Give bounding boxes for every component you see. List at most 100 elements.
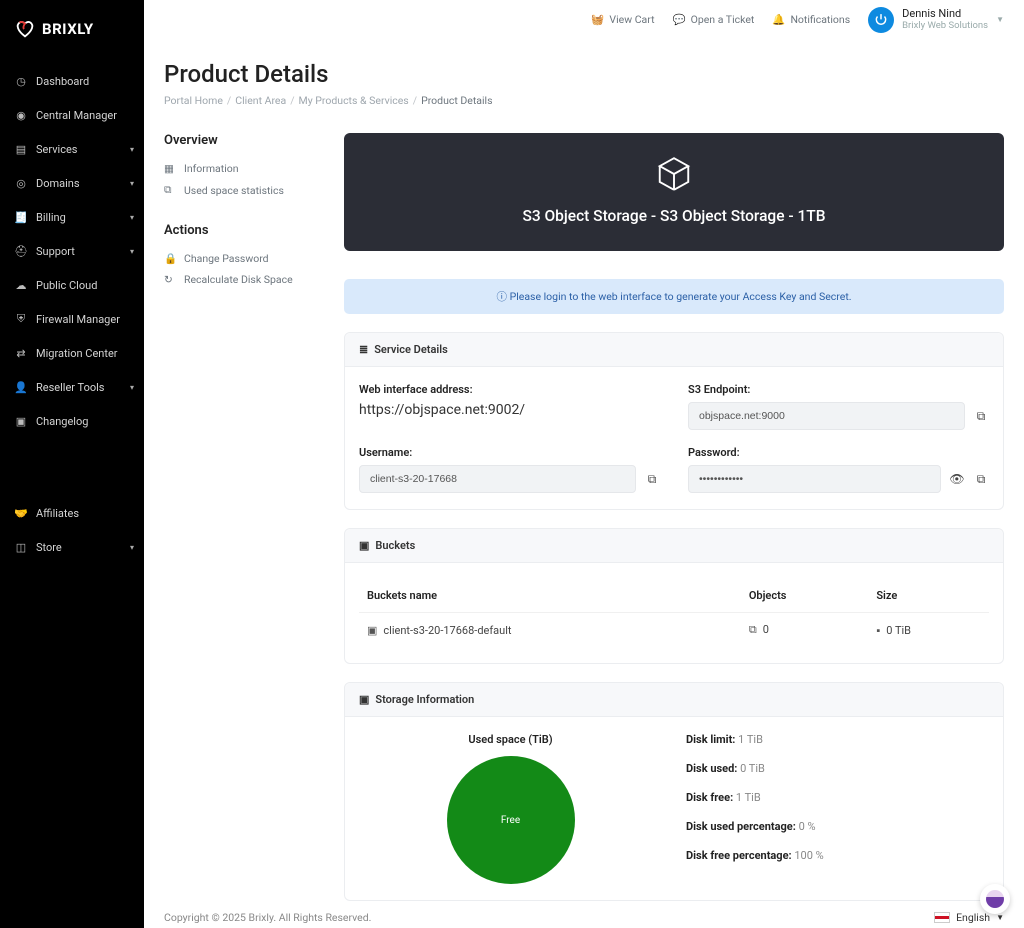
sidebar-item-label: Store [36, 541, 62, 554]
reveal-password-icon[interactable]: 👁 [949, 471, 965, 487]
cart-icon: 🧺 [591, 13, 604, 26]
info-alert: ⓘ Please login to the web interface to g… [344, 279, 1004, 314]
user-company: Brixly Web Solutions [902, 20, 988, 31]
page-title: Product Details [164, 60, 1004, 88]
notifications-link[interactable]: 🔔 Notifications [772, 13, 850, 26]
open-ticket-link[interactable]: 💬 Open a Ticket [673, 13, 755, 26]
service-details-card: ≣Service Details Web interface address: … [344, 332, 1004, 510]
breadcrumb-current: Product Details [421, 94, 492, 107]
sidebar-item-label: Migration Center [36, 347, 118, 360]
col-name: Buckets name [359, 579, 741, 613]
product-title: S3 Object Storage - S3 Object Storage - … [354, 207, 994, 225]
chart-title: Used space (TiB) [359, 733, 662, 746]
cloud-icon: ☁ [14, 278, 28, 292]
sidebar: BRIXLY ◷ Dashboard ◉ Central Manager ▤ Servic… [0, 0, 144, 928]
password-label: Password: [688, 446, 989, 459]
info-icon: ▣ [359, 693, 369, 706]
sidebar-item-label: Reseller Tools [36, 381, 104, 394]
actions-heading: Actions [164, 223, 322, 238]
breadcrumb-link[interactable]: Portal Home [164, 94, 223, 107]
lifebuoy-icon: ⛑ [14, 244, 28, 258]
cube-icon [655, 155, 693, 193]
storage-card: ▣Storage Information Used space (TiB) Fr… [344, 682, 1004, 901]
user-menu[interactable]: Dennis Nind Brixly Web Solutions ▼ [868, 7, 1004, 33]
brand-name: BRIXLY [42, 20, 94, 38]
username-label: Username: [359, 446, 660, 459]
disk-used: 0 TiB [740, 762, 765, 775]
sidebar-item-reseller-tools[interactable]: 👤 Reseller Tools ▾ [0, 370, 144, 404]
cube-icon: ◫ [14, 540, 28, 554]
action-link-1[interactable]: ↻Recalculate Disk Space [164, 269, 322, 290]
chevron-down-icon: ▾ [130, 383, 134, 392]
sidebar-item-public-cloud[interactable]: ☁Public Cloud [0, 268, 144, 302]
disk-icon: ▪ [876, 624, 880, 637]
breadcrumb-link[interactable]: Client Area [235, 94, 286, 107]
copy-endpoint-icon[interactable]: ⧉ [973, 408, 989, 424]
web-address-value[interactable]: https://objspace.net:9002/ [359, 402, 660, 418]
sidebar-item-services[interactable]: ▤Services▾ [0, 132, 144, 166]
web-address-label: Web interface address: [359, 383, 660, 396]
user-name: Dennis Nind [902, 7, 988, 20]
s3-endpoint-input[interactable] [688, 402, 965, 430]
sidebar-item-support[interactable]: ⛑ Support ▾ [0, 234, 144, 268]
col-size: Size [868, 579, 989, 613]
usage-pie-chart: Free [447, 756, 575, 884]
sidebar-item-billing[interactable]: 🧾Billing▾ [0, 200, 144, 234]
sidebar-item-domains[interactable]: ◎Domains▾ [0, 166, 144, 200]
sidebar-item-central-manager[interactable]: ◉ Central Manager [0, 98, 144, 132]
disk-free: 1 TiB [736, 791, 761, 804]
heart-logo-icon [14, 18, 36, 40]
table-row[interactable]: ▣client-s3-20-17668-default⧉0▪0 TiB [359, 613, 989, 648]
receipt-icon: 🧾 [14, 210, 28, 224]
scroll-top-button[interactable] [980, 884, 1010, 914]
sidebar-item-affiliates[interactable]: 🤝 Affiliates [0, 496, 144, 530]
breadcrumb-link[interactable]: My Products & Services [299, 94, 409, 107]
sidebar-item-label: Central Manager [36, 109, 117, 122]
user-icon: 👤 [14, 380, 28, 394]
buckets-card: ▣Buckets Buckets name Objects Size ▣clie… [344, 528, 1004, 664]
power-icon [874, 13, 888, 27]
sidebar-item-label: Dashboard [36, 75, 89, 88]
stack-icon: ▤ [14, 142, 28, 156]
buckets-table: Buckets name Objects Size ▣client-s3-20-… [359, 579, 989, 647]
chevron-down-icon: ▼ [996, 913, 1004, 922]
bell-icon: 🔔 [772, 13, 785, 26]
overview-link-0[interactable]: ▦Information [164, 158, 322, 179]
gauge-icon: ◷ [14, 74, 28, 88]
view-cart-link[interactable]: 🧺 View Cart [591, 13, 654, 26]
sidebar-item-changelog[interactable]: ▣Changelog [0, 404, 144, 438]
topbar: 🧺 View Cart 💬 Open a Ticket 🔔 Notificati… [144, 0, 1024, 40]
sidebar-item-label: Domains [36, 177, 80, 190]
breadcrumb: Portal Home/Client Area/My Products & Se… [164, 94, 1004, 107]
sidebar-item-store[interactable]: ◫ Store ▾ [0, 530, 144, 564]
action-link-0[interactable]: 🔒Change Password [164, 248, 322, 269]
sidebar-item-dashboard[interactable]: ◷ Dashboard [0, 64, 144, 98]
disk-free-pct: 100 % [794, 849, 823, 862]
copy-username-icon[interactable]: ⧉ [644, 471, 660, 487]
migrate-icon: ⇄ [14, 346, 28, 360]
brand-logo[interactable]: BRIXLY [0, 0, 144, 58]
handshake-icon: 🤝 [14, 506, 28, 520]
globe-icon: ◉ [14, 108, 28, 122]
s3-endpoint-label: S3 Endpoint: [688, 383, 989, 396]
bucket-icon: ▣ [367, 624, 377, 637]
flag-icon [934, 912, 950, 923]
chevron-down-icon: ▾ [130, 179, 134, 188]
shield-icon: ⛨ [14, 312, 28, 326]
avatar [868, 7, 894, 33]
copy-password-icon[interactable]: ⧉ [973, 471, 989, 487]
sidebar-item-label: Services [36, 143, 77, 156]
chevron-down-icon: ▼ [996, 15, 1004, 24]
password-input[interactable] [688, 465, 941, 493]
chevron-down-icon: ▾ [130, 543, 134, 552]
overview-link-1[interactable]: ⧉Used space statistics [164, 179, 322, 201]
sidebar-item-firewall-manager[interactable]: ⛨Firewall Manager [0, 302, 144, 336]
sidebar-item-label: Changelog [36, 415, 88, 428]
chevron-down-icon: ▾ [130, 247, 134, 256]
username-input[interactable] [359, 465, 636, 493]
sidebar-item-label: Affiliates [36, 507, 79, 520]
product-hero: S3 Object Storage - S3 Object Storage - … [344, 133, 1004, 251]
sidebar-item-label: Support [36, 245, 75, 258]
objects-icon: ⧉ [749, 623, 757, 636]
sidebar-item-migration-center[interactable]: ⇄ Migration Center [0, 336, 144, 370]
